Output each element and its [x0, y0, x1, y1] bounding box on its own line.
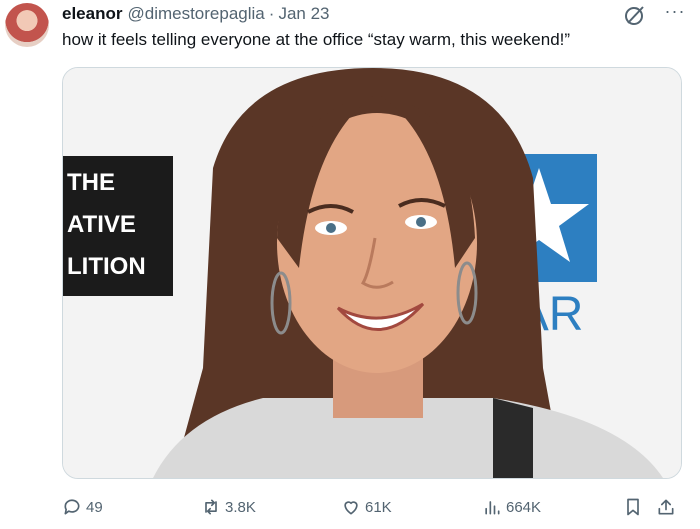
share-icon — [658, 499, 674, 515]
bookmark-icon — [627, 498, 639, 516]
left-sign-line-1: THE — [67, 169, 115, 196]
views-count: 664K — [506, 498, 542, 516]
grok-icon[interactable] — [623, 3, 647, 27]
bookmark-button[interactable] — [623, 492, 647, 522]
display-name[interactable]: eleanor — [62, 4, 122, 24]
photo-illustration: THE ATIVE LITION TAR — [63, 68, 681, 478]
reply-count: 49 — [86, 498, 103, 516]
like-button[interactable]: 61K — [341, 492, 392, 522]
repost-button[interactable]: 3.8K — [201, 492, 256, 522]
avatar[interactable] — [5, 3, 49, 47]
tweet-date[interactable]: Jan 23 — [278, 4, 329, 24]
like-count: 61K — [365, 498, 392, 516]
separator-dot: · — [268, 4, 275, 23]
views-icon — [485, 501, 500, 515]
views-button[interactable]: 664K — [482, 492, 541, 522]
repost-icon — [205, 499, 217, 515]
reply-icon — [64, 499, 80, 515]
heart-icon — [344, 501, 358, 515]
reply-button[interactable]: 49 — [62, 492, 103, 522]
action-bar: 49 3.8K 61K 664K — [62, 492, 694, 522]
left-sign-line-2: ATIVE — [67, 211, 136, 238]
left-sign-line-3: LITION — [67, 253, 146, 280]
tweet-photo[interactable]: THE ATIVE LITION TAR — [62, 67, 682, 479]
tweet-text: how it feels telling everyone at the off… — [62, 30, 571, 49]
share-button[interactable] — [656, 492, 680, 522]
user-handle[interactable]: @dimestorepaglia — [127, 4, 264, 24]
repost-count: 3.8K — [225, 498, 256, 516]
tweet-header: eleanor @dimestorepaglia · Jan 23 — [62, 3, 660, 25]
more-icon[interactable]: ··· — [660, 2, 690, 23]
